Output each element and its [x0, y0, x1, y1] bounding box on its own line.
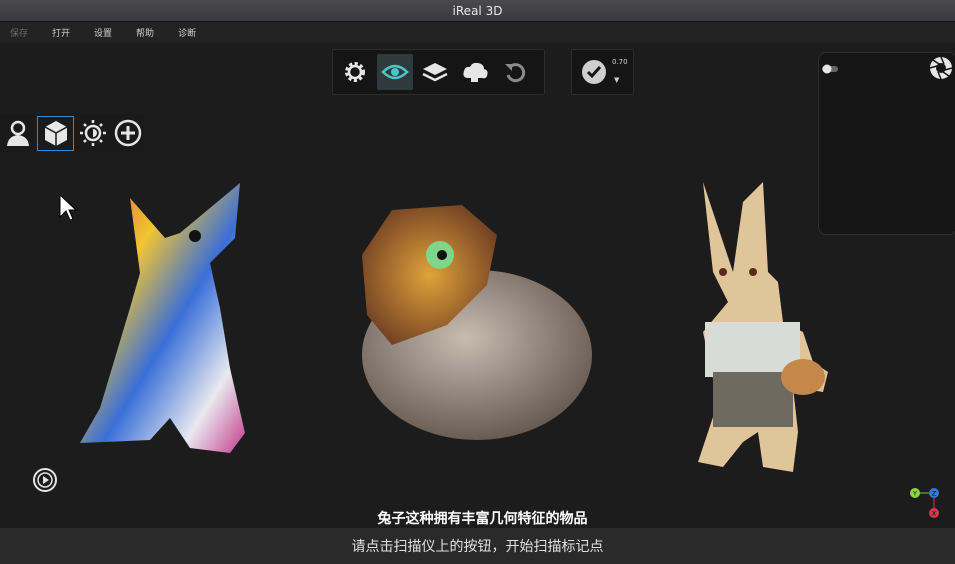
undo-icon [505, 63, 526, 83]
chevron-down-icon[interactable]: ▼ [614, 76, 619, 84]
gear-icon [345, 62, 365, 82]
title-bar: iReal 3D [0, 0, 955, 22]
brightness-icon [79, 120, 106, 146]
status-message: 请点击扫描仪上的按钮，开始扫描标记点 [351, 539, 604, 555]
layers-button[interactable] [417, 54, 453, 90]
menu-help[interactable]: 帮助 [136, 26, 154, 39]
person-mode-button[interactable] [2, 116, 35, 150]
person-icon [7, 120, 30, 146]
chihuahua-model [80, 183, 245, 453]
main-toolbar [332, 49, 545, 95]
menu-save[interactable]: 保存 [10, 26, 28, 39]
eye-icon [381, 64, 409, 80]
left-toolbar [0, 114, 144, 152]
status-bar: 请点击扫描仪上的按钮，开始扫描标记点 [0, 528, 955, 564]
aperture-icon[interactable] [929, 56, 953, 80]
confidence-value: 0.70 [612, 58, 628, 66]
mouse-cursor-icon [59, 193, 78, 221]
menu-diagnose[interactable]: 诊断 [178, 26, 196, 39]
axis-y-label: Y [912, 490, 917, 498]
cloud-icon [463, 62, 488, 82]
view-toggle-button[interactable] [377, 54, 413, 90]
rabbit-model [698, 182, 828, 472]
check-circle-icon[interactable] [580, 58, 608, 86]
menu-bar: 保存 打开 设置 帮助 诊断 [0, 22, 955, 42]
video-subtitle: 兔子这种拥有丰富几何特征的物品 [377, 511, 588, 527]
add-button[interactable] [111, 116, 144, 150]
axis-z-label: Z [932, 490, 937, 498]
toggle-switch[interactable] [821, 63, 841, 75]
confidence-control[interactable]: 0.70 ▼ [571, 49, 634, 95]
camera-preview-panel [818, 52, 955, 235]
menu-settings[interactable]: 设置 [94, 26, 112, 39]
plus-circle-icon [114, 119, 141, 147]
play-icon [43, 476, 49, 484]
cloud-button[interactable] [457, 54, 493, 90]
play-button[interactable] [32, 467, 58, 493]
window-title: iReal 3D [452, 3, 503, 18]
undo-button[interactable] [497, 54, 533, 90]
layers-icon [422, 63, 448, 82]
menu-open[interactable]: 打开 [52, 26, 70, 39]
cube-icon [44, 121, 67, 146]
object-mode-button[interactable] [36, 115, 75, 151]
brightness-button[interactable] [76, 116, 109, 150]
settings-button[interactable] [337, 54, 373, 90]
dragon-egg-model [362, 205, 592, 440]
